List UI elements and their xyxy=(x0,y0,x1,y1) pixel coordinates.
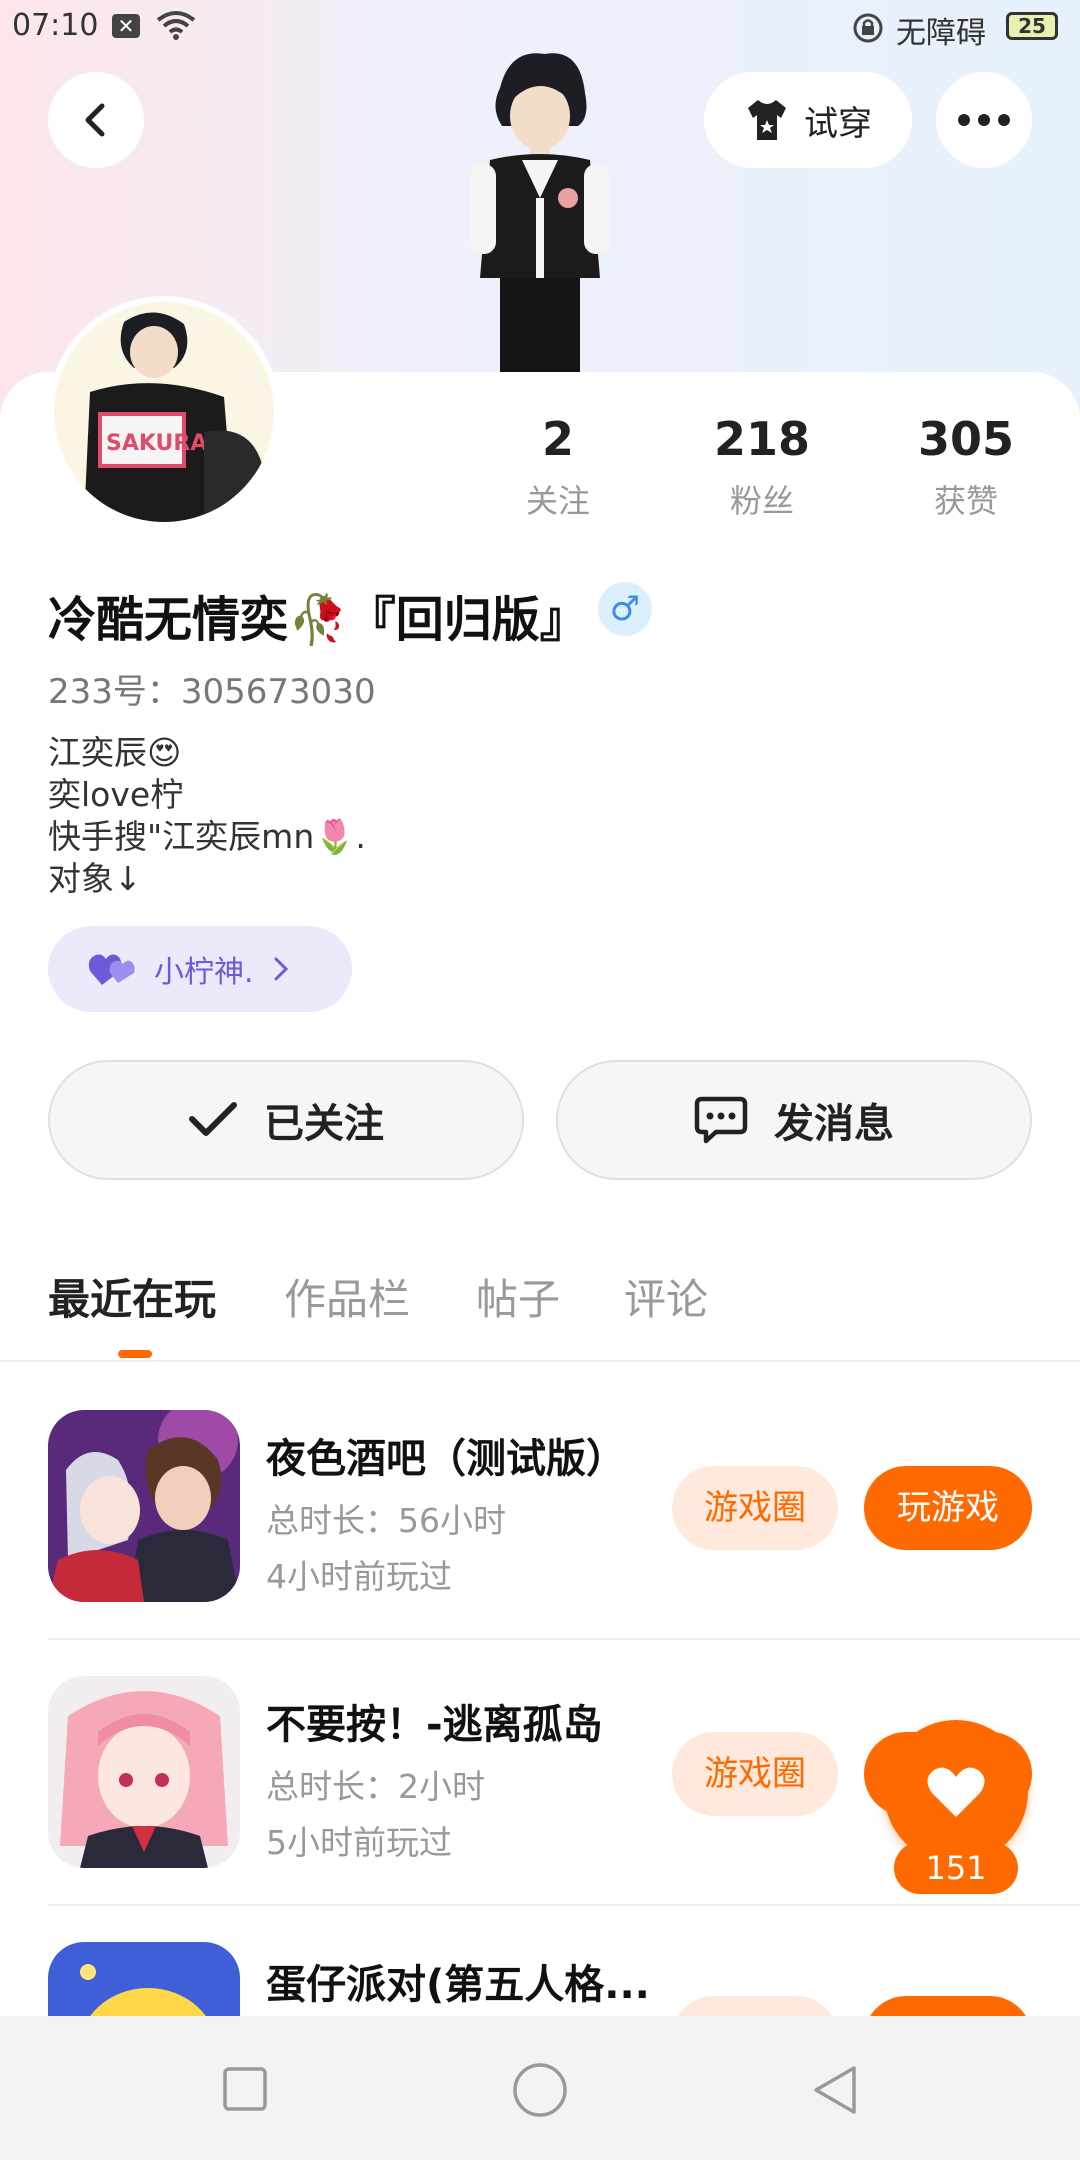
heart-icon xyxy=(927,1767,985,1817)
game-icon[interactable] xyxy=(48,1942,240,2016)
svg-text:SAKURA: SAKURA xyxy=(106,431,207,456)
male-gender-icon: ♂ xyxy=(598,582,652,636)
like-count: 151 xyxy=(894,1842,1018,1894)
game-playtime: 总时长：2小时 xyxy=(266,1767,485,1806)
back-triangle-icon[interactable] xyxy=(810,2064,860,2116)
profile-bio: 江奕辰😍 奕love柠 快手搜"江奕辰mn🌷. 对象↓ xyxy=(48,732,366,900)
followed-label: 已关注 xyxy=(264,1101,384,1147)
followed-button[interactable]: 已关注 xyxy=(48,1060,524,1180)
game-list-item[interactable]: 不要按！-逃离孤岛 总时长：2小时 5小时前玩过 游戏圈 xyxy=(48,1676,1032,1942)
stat-following[interactable]: 2 关注 xyxy=(478,412,638,522)
stat-followers[interactable]: 218 粉丝 xyxy=(682,412,842,522)
active-tab-indicator xyxy=(118,1350,152,1358)
play-game-button[interactable] xyxy=(864,1996,1032,2016)
game-last-played: 4小时前玩过 xyxy=(266,1557,452,1596)
avatar[interactable]: SAKURA xyxy=(48,296,280,528)
send-message-button[interactable]: 发消息 xyxy=(556,1060,1032,1180)
game-title: 蛋仔派对(第五人格... xyxy=(266,1962,650,2008)
recent-apps-icon[interactable] xyxy=(222,2066,268,2112)
notification-x-icon: ✕ xyxy=(112,14,140,38)
stat-following-value: 2 xyxy=(541,412,574,466)
stat-followers-value: 218 xyxy=(713,412,811,466)
avatar-image: SAKURA xyxy=(54,302,274,522)
send-message-label: 发消息 xyxy=(774,1101,894,1147)
game-circle-button[interactable] xyxy=(672,1996,838,2016)
double-heart-icon xyxy=(88,954,135,985)
game-title: 夜色酒吧（测试版） xyxy=(266,1436,626,1482)
game-title: 不要按！-逃离孤岛 xyxy=(266,1702,603,1748)
tab-recently-played[interactable]: 最近在玩 xyxy=(48,1266,216,1327)
game-circle-button[interactable]: 游戏圈 xyxy=(672,1732,838,1816)
game-circle-button[interactable]: 游戏圈 xyxy=(672,1466,838,1550)
stat-followers-label: 粉丝 xyxy=(729,482,794,520)
chevron-right-icon xyxy=(274,957,288,981)
game-icon[interactable] xyxy=(48,1676,240,1868)
stat-likes-value: 305 xyxy=(917,412,1015,466)
game-list-item[interactable]: 蛋仔派对(第五人格... xyxy=(48,1942,1032,2016)
tab-works[interactable]: 作品栏 xyxy=(284,1266,410,1327)
profile-user-id[interactable]: 233号：305673030 xyxy=(48,664,376,713)
list-divider xyxy=(48,1638,1080,1640)
home-icon[interactable] xyxy=(512,2062,568,2118)
wifi-icon xyxy=(156,11,196,40)
game-list-item[interactable]: 夜色酒吧（测试版） 总时长：56小时 4小时前玩过 游戏圈 玩游戏 xyxy=(48,1410,1032,1676)
bio-line: 奕love柠 xyxy=(48,775,184,814)
stat-following-label: 关注 xyxy=(525,482,590,520)
profile-username: 冷酷无情奕🥀『回归版』 xyxy=(48,592,588,648)
stat-likes[interactable]: 305 获赞 xyxy=(886,412,1046,522)
rotation-lock-icon xyxy=(853,13,883,43)
game-last-played: 5小时前玩过 xyxy=(266,1823,452,1862)
back-button[interactable] xyxy=(48,72,144,168)
status-time: 07:10 xyxy=(12,8,99,43)
list-divider xyxy=(48,1904,1080,1906)
bio-line: 江奕辰😍 xyxy=(48,733,182,772)
more-dots-icon xyxy=(958,114,1010,126)
tshirt-icon xyxy=(748,100,786,140)
chat-bubble-icon xyxy=(694,1096,748,1144)
partner-tag[interactable]: 小柠神. xyxy=(48,926,352,1012)
checkmark-icon xyxy=(189,1102,237,1136)
try-on-button[interactable]: 试穿 xyxy=(704,72,912,168)
more-options-button[interactable] xyxy=(936,72,1032,168)
bio-line: 对象↓ xyxy=(48,859,142,898)
bio-line: 快手搜"江奕辰mn🌷. xyxy=(48,817,366,856)
chevron-left-icon xyxy=(85,103,105,137)
tab-posts[interactable]: 帖子 xyxy=(476,1266,560,1327)
system-navigation-bar xyxy=(0,2016,1080,2160)
tab-comments[interactable]: 评论 xyxy=(624,1266,708,1327)
avatar-character-illustration xyxy=(470,53,610,378)
tabs-divider xyxy=(0,1360,1080,1362)
accessibility-label: 无障碍 xyxy=(896,16,986,51)
stat-likes-label: 获赞 xyxy=(933,482,998,520)
game-icon[interactable] xyxy=(48,1410,240,1602)
battery-indicator: 25 xyxy=(1006,12,1058,40)
play-game-button[interactable]: 玩游戏 xyxy=(864,1466,1032,1550)
game-playtime: 总时长：56小时 xyxy=(266,1501,506,1540)
partner-name: 小柠神. xyxy=(154,955,254,990)
try-on-label: 试穿 xyxy=(804,103,872,144)
